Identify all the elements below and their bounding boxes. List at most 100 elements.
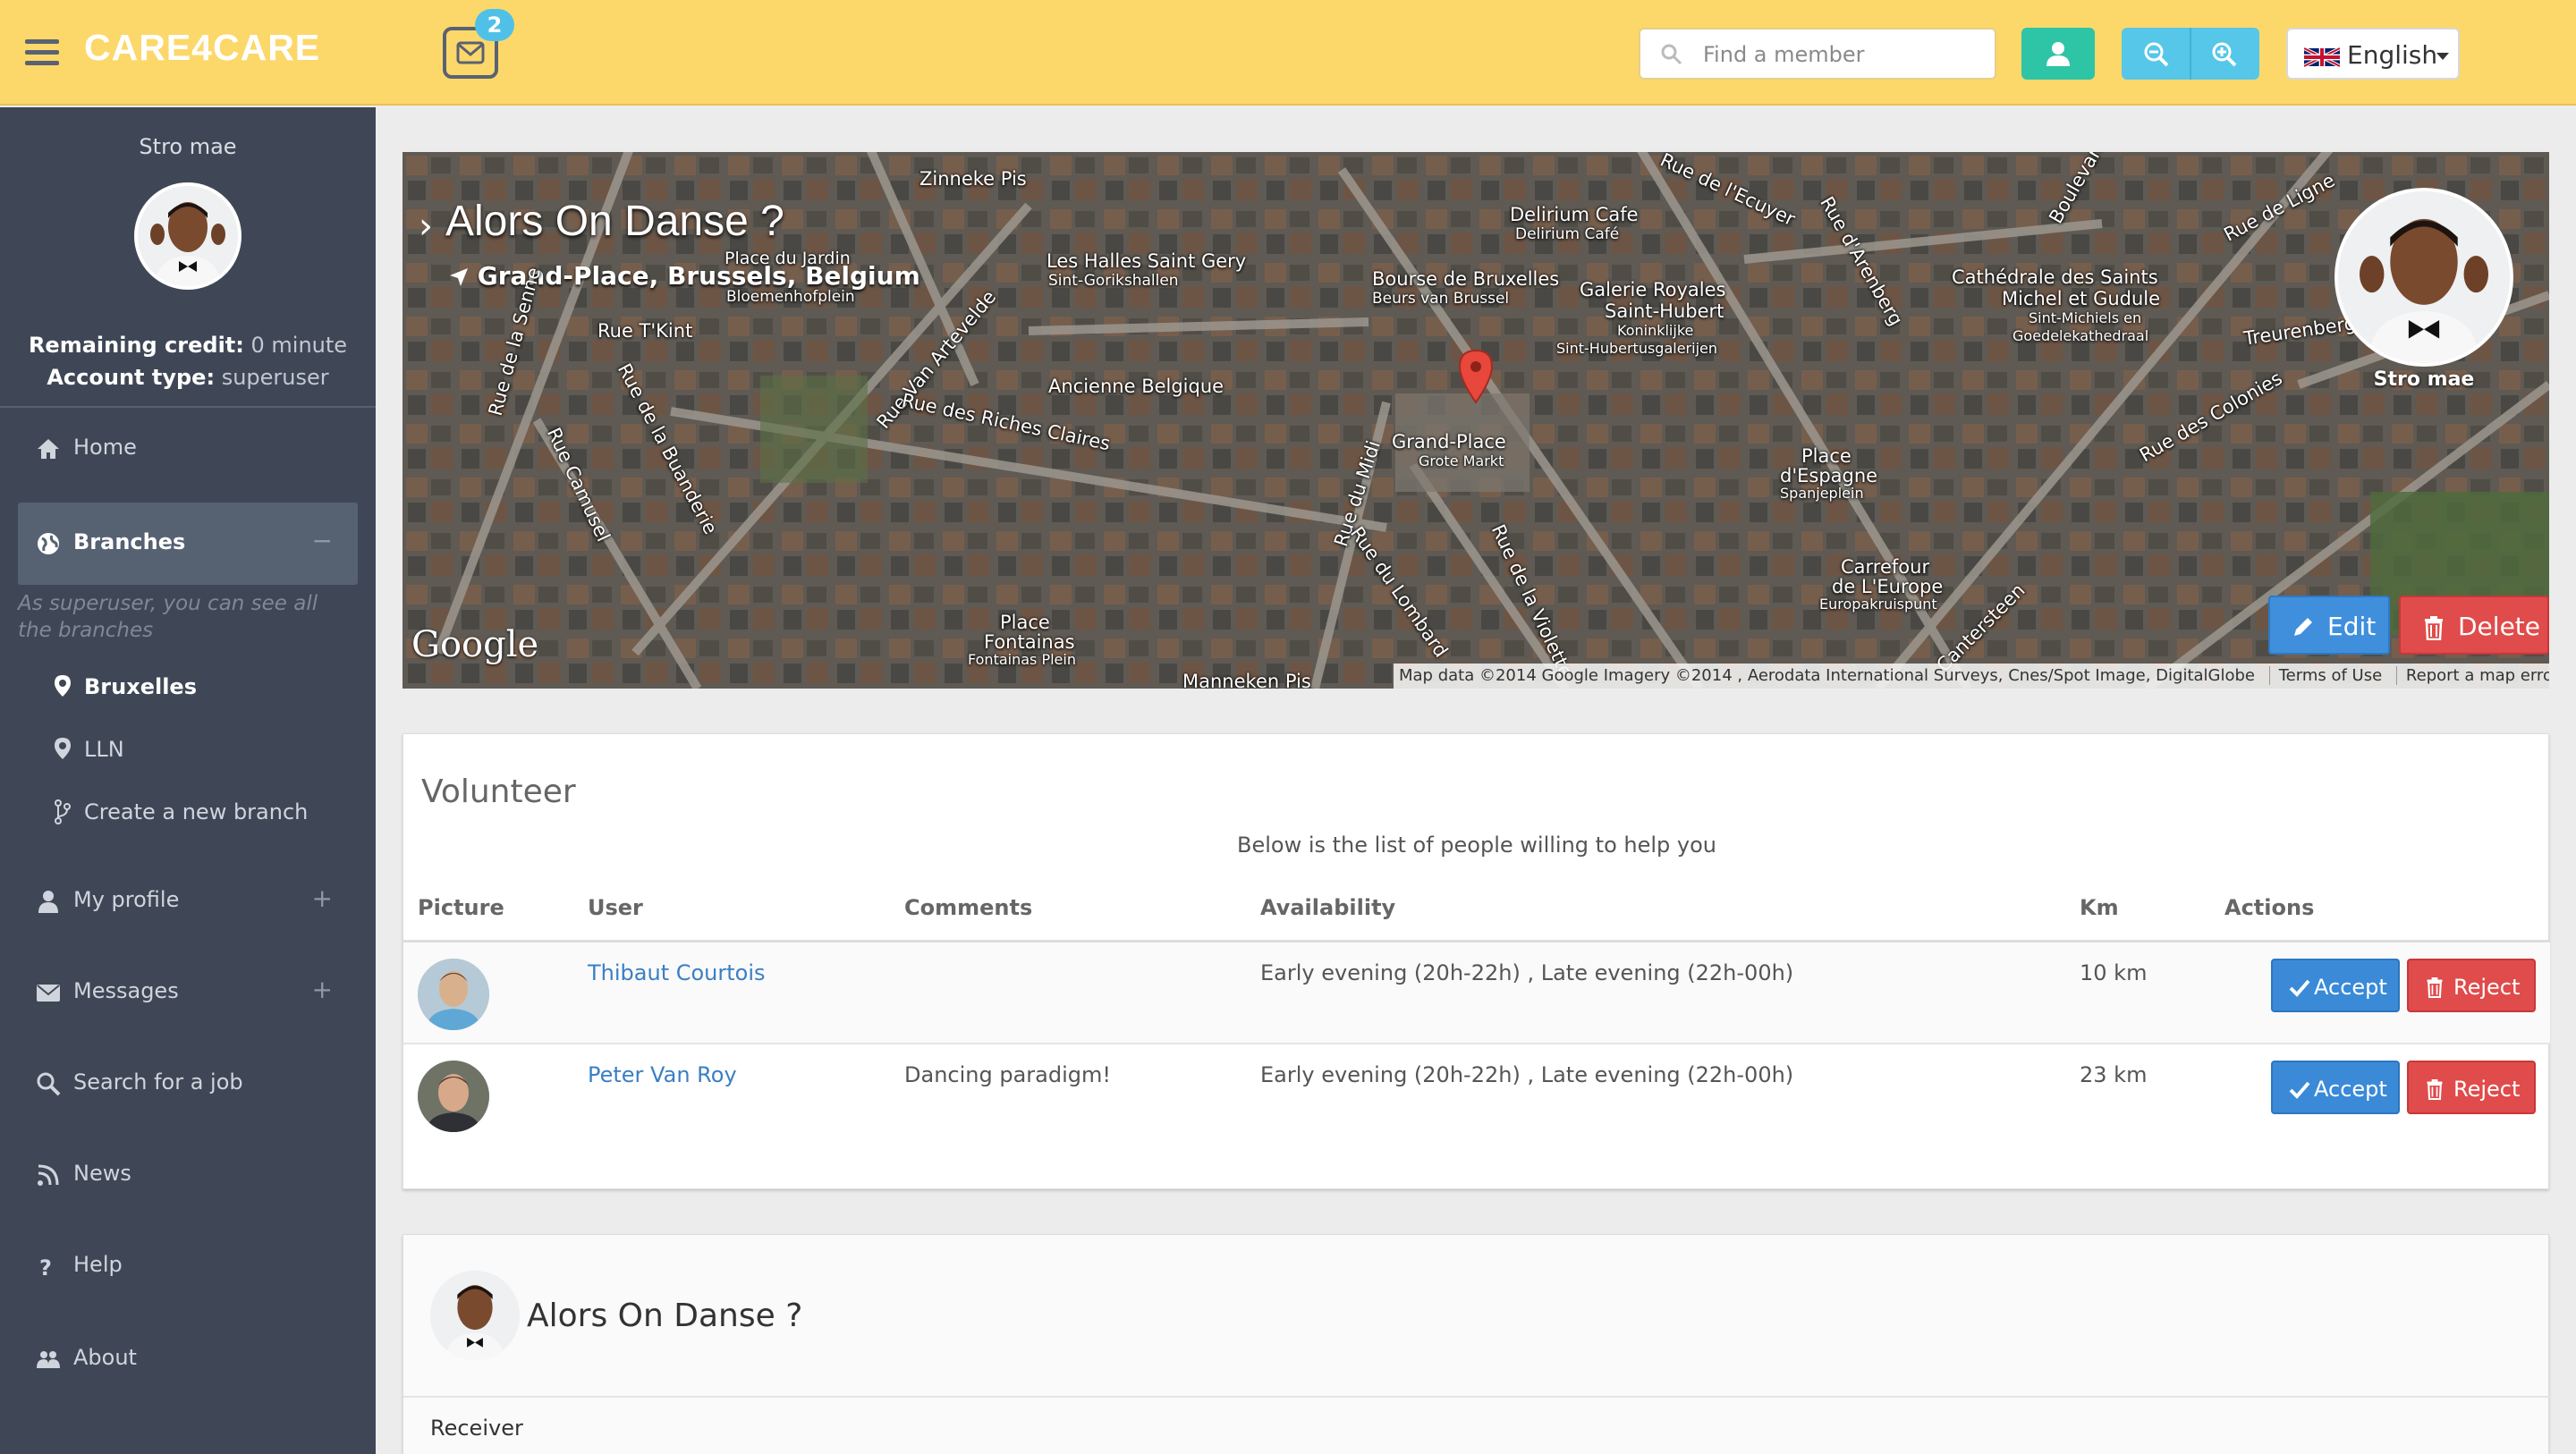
map-label: d'Espagne [1780,465,1878,486]
remaining-credit-value: 0 minute [250,333,348,358]
language-selector[interactable]: English [2286,28,2460,80]
map-label: Saint-Hubert [1605,300,1724,322]
map-label: Sint-Michiels en [2029,309,2142,326]
volunteer-name-link[interactable]: Thibaut Courtois [588,960,766,985]
top-navbar: CARE4CARE 2 English [0,0,2576,106]
map-label: Spanjeplein [1780,485,1864,502]
map-label: Sint-Gorikshallen [1048,272,1179,290]
edit-button[interactable]: Edit [2268,596,2390,655]
map-label: Place du Jardin [724,249,851,268]
zoom-out-icon[interactable] [2143,41,2170,68]
sidebar-item-home[interactable]: Home [18,408,358,488]
map-attribution-text: Map data ©2014 Google Imagery ©2014 , Ae… [1399,666,2256,685]
avatar[interactable] [430,1271,520,1360]
map-label: Fontainas Plein [968,651,1076,668]
job-detail-panel: Alors On Danse ? Receiver [402,1234,2550,1454]
avatar-portrait [430,1271,520,1360]
job-owner-name: Stro mae [2373,368,2475,391]
sidebar-item-label: Help [73,1252,123,1277]
member-button[interactable] [2021,28,2095,80]
map-label: Europakruispunt [1819,596,1937,613]
message-count-badge: 2 [475,9,514,41]
sidebar-item-about[interactable]: About [18,1318,358,1399]
job-location-text: Grand-Place, Brussels, Belgium [477,261,920,291]
map-marker-icon[interactable] [1458,349,1494,404]
map-label: Manneken Pis [1182,671,1311,689]
reject-button[interactable]: Reject [2407,1061,2536,1114]
sidebar: Stro mae Remaining credit: 0 minute Acco… [0,107,376,1454]
avatar[interactable] [134,182,242,290]
brand-logo[interactable]: CARE4CARE [84,27,320,69]
question-icon: ? [39,1255,52,1279]
uk-flag-icon [2304,46,2340,68]
avatar[interactable] [418,959,489,1030]
map-label: Zinneke Pis [919,168,1027,190]
table-row: Peter Van Roy Dancing paradigm! Early ev… [403,1044,2550,1146]
sidebar-item-label: Home [73,435,137,460]
terms-of-use-link[interactable]: Terms of Use [2268,666,2383,685]
edit-button-label: Edit [2327,612,2377,641]
job-detail-title: Alors On Danse ? [527,1298,803,1334]
sidebar-item-search-job[interactable]: Search for a job [18,1043,358,1123]
volunteer-availability: Early evening (20h-22h) , Late evening (… [1260,1062,1794,1087]
sidebar-item-help[interactable]: ? Help [18,1225,358,1306]
map-label: Bloemenhofplein [726,288,855,306]
delete-button-label: Delete [2458,612,2540,641]
map-label: Delirium Cafe [1510,204,1639,225]
panel-title: Volunteer [421,773,576,810]
expand-icon[interactable]: + [312,883,333,913]
reject-button-label: Reject [2453,1077,2521,1102]
sidebar-item-branches[interactable]: Branches − [18,503,358,585]
map-label: Cathédrale des Saints [1952,266,2158,288]
menu-icon[interactable] [25,39,59,66]
map-label: Sint-Hubertusgalerijen [1556,340,1717,357]
svg-text:?: ? [39,1255,52,1279]
map-label: Ancienne Belgique [1048,376,1224,397]
accept-button[interactable]: Accept [2271,959,2400,1012]
job-location-map[interactable]: › Alors On Danse ? Grand-Place, Brussels… [402,152,2549,689]
pencil-icon [2294,618,2312,636]
collapse-icon[interactable]: − [312,526,333,555]
report-map-error-link[interactable]: Report a map error [2395,666,2549,685]
delete-button[interactable]: Delete [2399,596,2549,655]
chevron-right-icon: › [419,206,433,247]
google-logo[interactable]: Google [411,624,538,665]
map-label: Bourse de Bruxelles [1372,268,1560,290]
column-header-actions: Actions [2224,895,2315,920]
rss-icon [38,1164,59,1186]
column-header-comments: Comments [904,895,1033,920]
users-icon [37,1351,60,1368]
search-input[interactable] [1703,38,1980,71]
volunteer-name-link[interactable]: Peter Van Roy [588,1062,737,1087]
account-type-value: superuser [221,365,329,390]
accept-button-label: Accept [2314,975,2387,1000]
zoom-in-icon[interactable] [2211,41,2238,68]
sidebar-item-label: Search for a job [73,1069,243,1095]
avatar-portrait [2338,191,2510,363]
map-label: Michel et Gudule [2002,288,2161,309]
expand-icon[interactable]: + [312,975,333,1004]
avatar[interactable] [418,1061,489,1132]
remaining-credit-label: Remaining credit: [28,333,244,358]
reject-button[interactable]: Reject [2407,959,2536,1012]
avatar-portrait [418,959,489,1030]
chevron-down-icon [2436,53,2449,60]
map-label: Beurs van Brussel [1372,290,1510,308]
globe-icon [38,533,59,554]
map-label: Grote Markt [1419,452,1504,469]
volunteer-distance: 23 km [2080,1062,2148,1087]
sidebar-item-messages[interactable]: Messages + [18,951,358,1032]
column-header-km: Km [2080,895,2119,920]
receiver-label: Receiver [430,1416,523,1441]
sidebar-item-news[interactable]: News [18,1134,358,1214]
map-label: Galerie Royales [1580,279,1726,300]
column-header-user: User [588,895,643,920]
member-search-box[interactable] [1639,28,1996,80]
accept-button[interactable]: Accept [2271,1061,2400,1114]
map-label: Grand-Place [1392,431,1506,452]
account-type-label: Account type: [47,365,216,390]
sidebar-username: Stro mae [139,134,237,159]
job-owner-avatar[interactable] [2334,188,2513,367]
sidebar-item-my-profile[interactable]: My profile + [18,860,358,941]
volunteer-distance: 10 km [2080,960,2148,985]
